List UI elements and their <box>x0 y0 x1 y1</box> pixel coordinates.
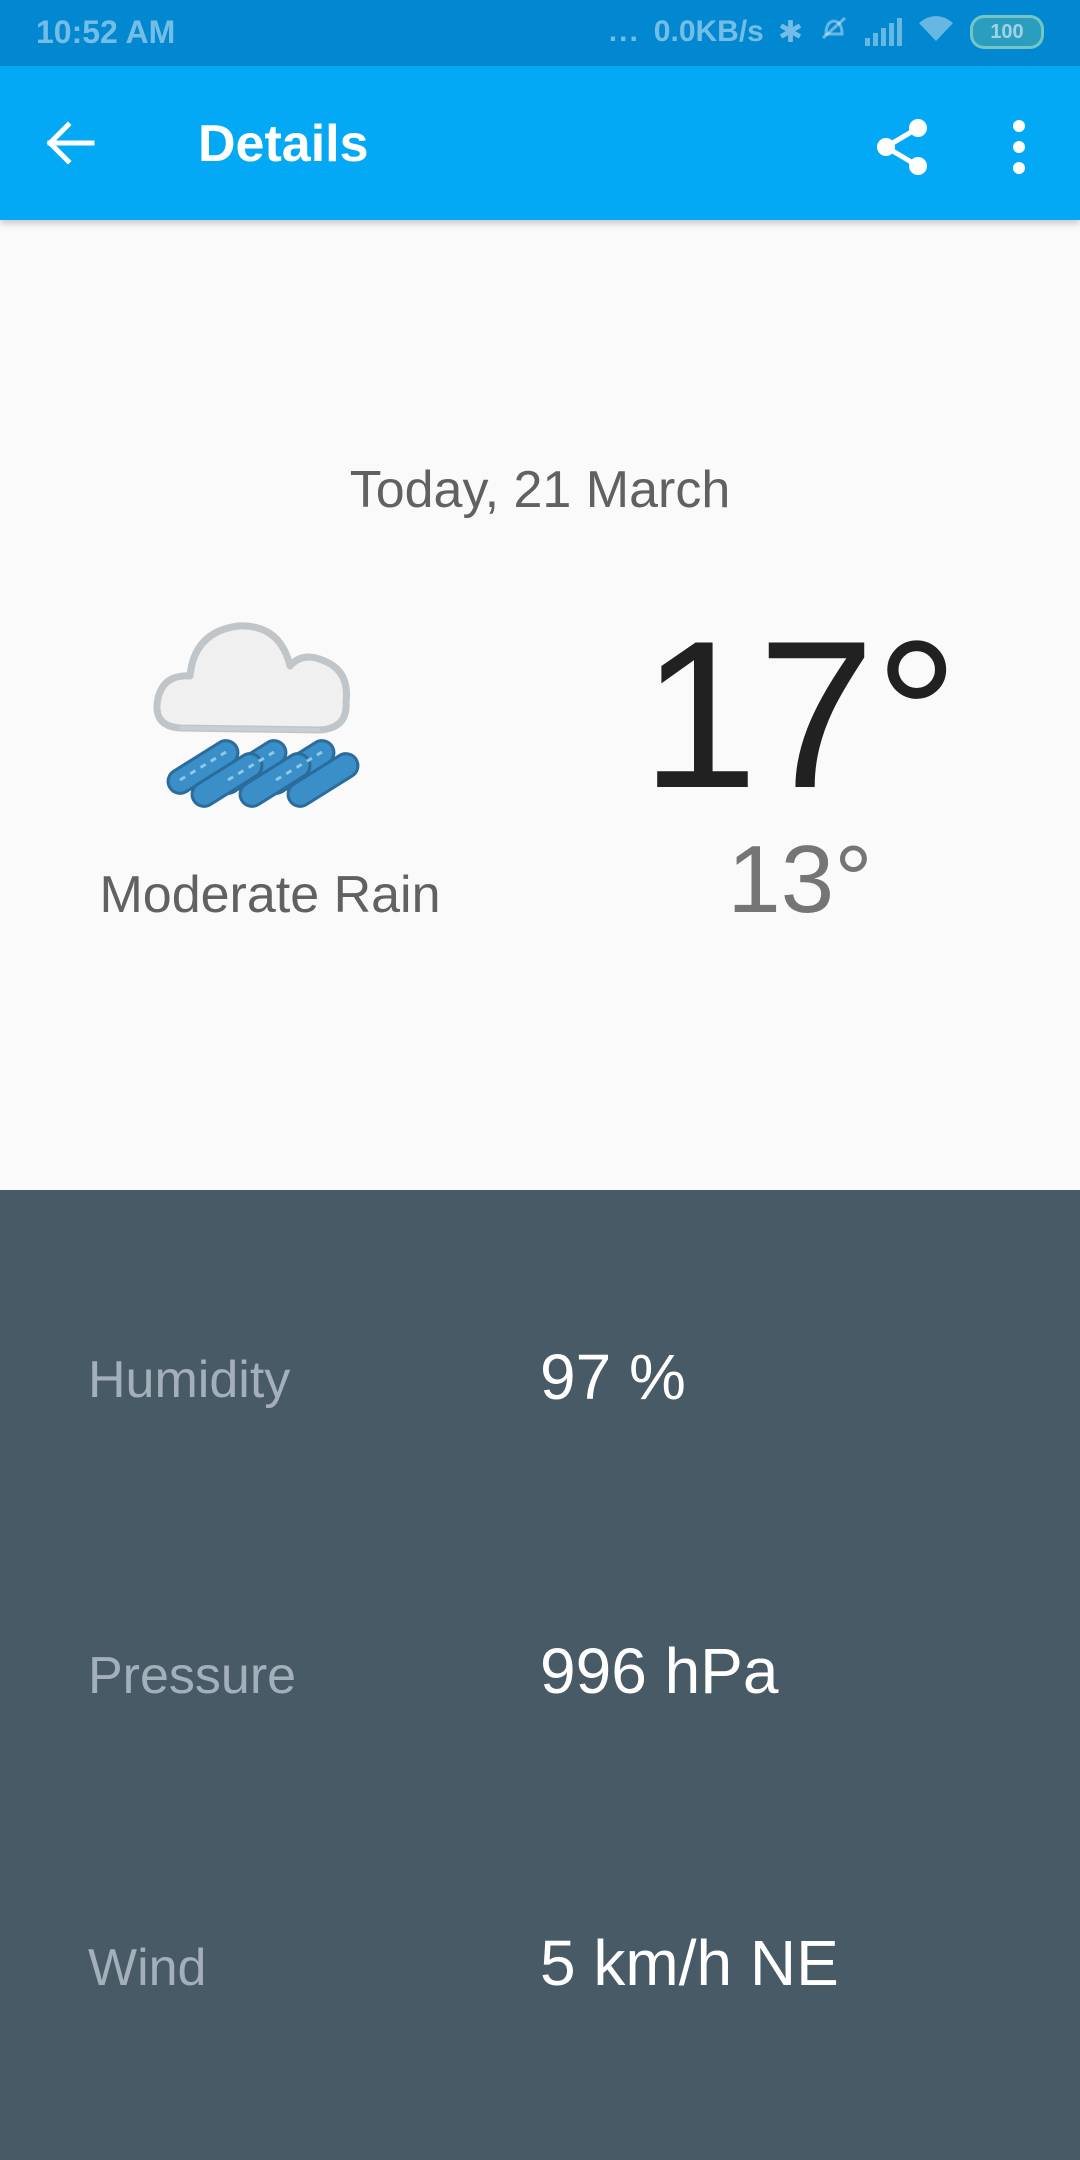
network-speed: 0.0KB/s <box>653 15 764 48</box>
cloud-rain-icon <box>150 590 390 820</box>
mute-bell-icon <box>817 12 851 52</box>
humidity-value: 97 % <box>540 1341 686 1413</box>
share-icon <box>877 119 927 175</box>
wifi-icon <box>916 13 956 51</box>
forecast-date: Today, 21 March <box>349 461 731 519</box>
notification-dots: ... <box>608 15 640 48</box>
status-bar: 10:52 AM ... 0.0KB/s ✱ 100 <box>0 0 1080 66</box>
page-title: Details <box>198 115 369 173</box>
pressure-label: Pressure <box>88 1647 297 1705</box>
battery-icon: 100 <box>970 15 1044 49</box>
high-temperature: 17° <box>641 597 959 832</box>
status-icons: ... 0.0KB/s ✱ 100 <box>609 12 1044 52</box>
weather-details-screen: 10:52 AM ... 0.0KB/s ✱ 100 Details Today… <box>0 0 1080 2160</box>
share-button[interactable] <box>870 114 936 180</box>
app-bar: Details <box>0 66 1080 220</box>
wind-label: Wind <box>88 1939 207 1997</box>
arrow-back-icon <box>46 121 95 165</box>
signal-icon <box>865 18 902 46</box>
details-panel: Humidity 97 % Pressure 996 hPa Wind 5 km… <box>0 1190 1080 2160</box>
humidity-label: Humidity <box>88 1351 291 1409</box>
more-vert-icon <box>1013 120 1025 174</box>
more-options-button[interactable] <box>996 114 1042 180</box>
status-time: 10:52 AM <box>36 14 176 50</box>
wind-value: 5 km/h NE <box>540 1927 839 1999</box>
bluetooth-icon: ✱ <box>777 15 803 49</box>
low-temperature: 13° <box>727 826 873 933</box>
pressure-value: 996 hPa <box>540 1635 779 1707</box>
weather-condition: Moderate Rain <box>99 866 441 924</box>
back-button[interactable] <box>40 111 104 175</box>
forecast-panel: Today, 21 March Moderate Rain 17° 13° <box>0 220 1080 1190</box>
